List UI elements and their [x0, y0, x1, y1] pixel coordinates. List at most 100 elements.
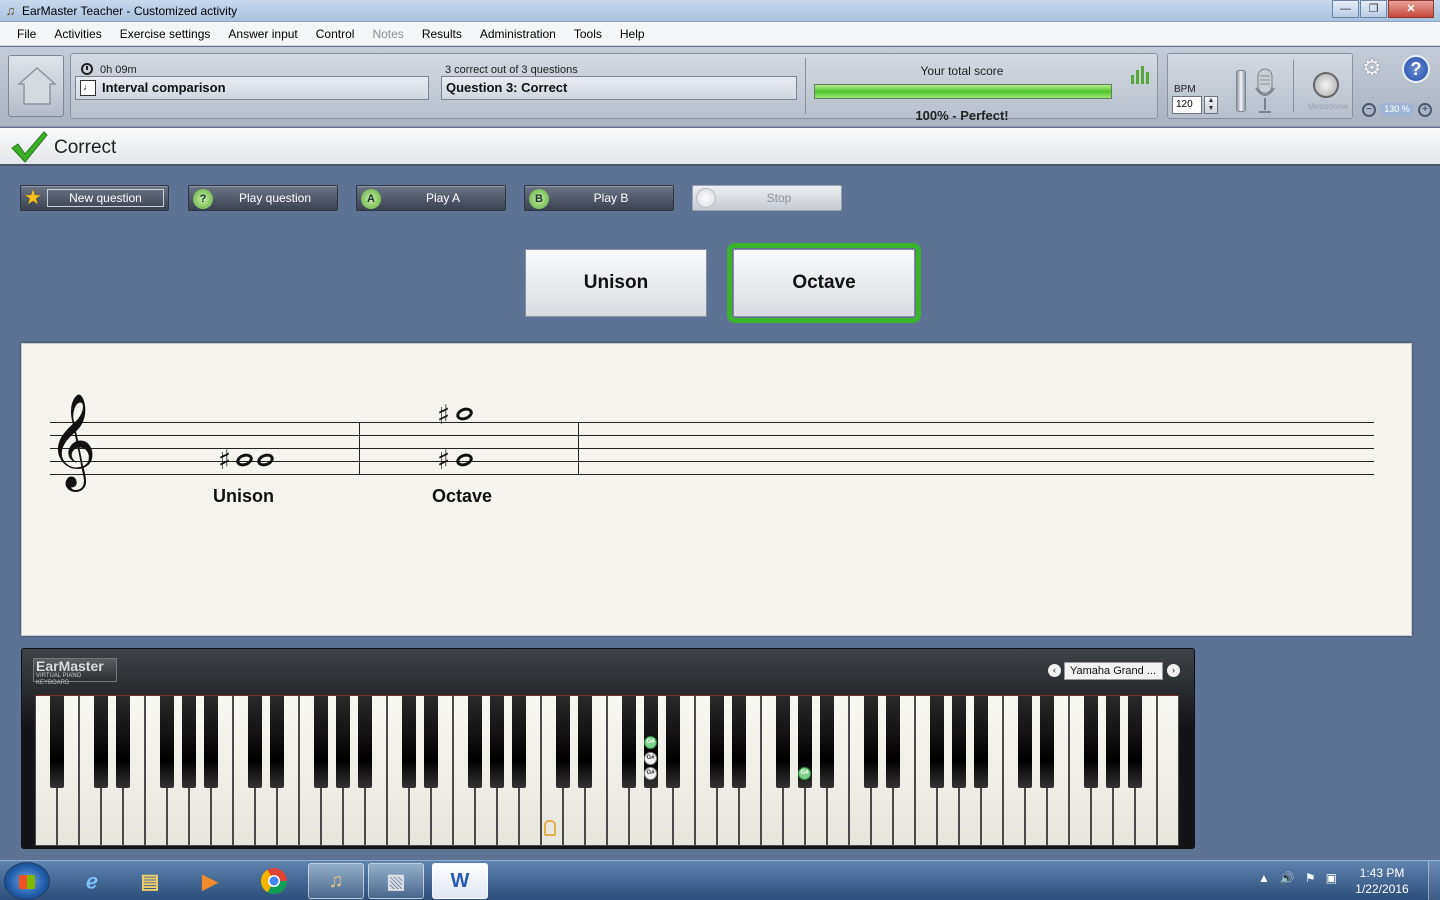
- start-button[interactable]: [4, 862, 50, 900]
- media-player-icon[interactable]: ▶: [182, 863, 238, 899]
- black-key[interactable]: [1018, 696, 1032, 788]
- zoom-in-icon[interactable]: +: [1418, 103, 1432, 117]
- black-key[interactable]: [1106, 696, 1120, 788]
- black-key[interactable]: [336, 696, 350, 788]
- black-key[interactable]: [1128, 696, 1142, 788]
- menu-help[interactable]: Help: [611, 22, 654, 46]
- question-status: Question 3: Correct: [441, 76, 797, 100]
- black-key[interactable]: [94, 696, 108, 788]
- black-key[interactable]: [732, 696, 746, 788]
- menu-control[interactable]: Control: [307, 22, 364, 46]
- word-icon[interactable]: W: [432, 863, 488, 899]
- instrument-select[interactable]: Yamaha Grand ...: [1064, 662, 1163, 680]
- black-key[interactable]: [556, 696, 570, 788]
- show-desktop-button[interactable]: [1428, 861, 1440, 900]
- black-key[interactable]: [776, 696, 790, 788]
- black-key[interactable]: [1084, 696, 1098, 788]
- key-marker: G#: [798, 767, 811, 780]
- menu-answer-input[interactable]: Answer input: [219, 22, 306, 46]
- black-key[interactable]: [974, 696, 988, 788]
- piano-keyboard[interactable]: G# G# G# G#: [35, 695, 1179, 846]
- menu-administration[interactable]: Administration: [471, 22, 565, 46]
- key-marker: G#: [644, 767, 657, 780]
- black-key[interactable]: [1040, 696, 1054, 788]
- internet-explorer-icon[interactable]: ℯ: [64, 863, 120, 899]
- window-controls: — ❐ ✕: [1331, 0, 1434, 18]
- black-key[interactable]: [248, 696, 262, 788]
- black-key[interactable]: [622, 696, 636, 788]
- menu-tools[interactable]: Tools: [565, 22, 611, 46]
- menu-file[interactable]: File: [8, 22, 45, 46]
- black-key[interactable]: [490, 696, 504, 788]
- interval-label-octave: Octave: [432, 486, 493, 506]
- elapsed-time: 0h 09m: [100, 64, 137, 76]
- black-key[interactable]: [50, 696, 64, 788]
- star-icon: ★: [24, 187, 42, 209]
- help-icon[interactable]: ?: [1402, 55, 1430, 83]
- microphone-icon[interactable]: [1254, 68, 1276, 114]
- black-key[interactable]: [952, 696, 966, 788]
- white-key[interactable]: [1157, 696, 1179, 846]
- app-taskbar-icon[interactable]: ▧: [368, 863, 424, 899]
- black-key[interactable]: [160, 696, 174, 788]
- chrome-icon[interactable]: [246, 863, 302, 899]
- black-key[interactable]: [578, 696, 592, 788]
- play-a-button[interactable]: A Play A: [356, 185, 506, 211]
- close-button[interactable]: ✕: [1388, 0, 1434, 18]
- network-icon[interactable]: ▣: [1326, 871, 1337, 885]
- bpm-input[interactable]: 120: [1172, 96, 1202, 114]
- feedback-text: Correct: [54, 137, 117, 158]
- minimize-button[interactable]: —: [1332, 0, 1359, 18]
- earmaster-taskbar-icon[interactable]: ♫: [308, 863, 364, 899]
- black-key[interactable]: [930, 696, 944, 788]
- barline: [578, 422, 579, 475]
- stop-icon: [696, 188, 716, 208]
- black-key[interactable]: [512, 696, 526, 788]
- home-button[interactable]: [8, 55, 64, 117]
- statistics-icon[interactable]: [1131, 64, 1153, 84]
- volume-icon[interactable]: 🔊: [1280, 871, 1295, 885]
- stop-button[interactable]: Stop: [692, 185, 842, 211]
- menu-exercise-settings[interactable]: Exercise settings: [111, 22, 220, 46]
- windows-taskbar: ℯ ▤ ▶ ♫ ▧ W ▲ 🔊 ⚑ ▣ 1:43 PM 1/22/2016: [0, 860, 1440, 900]
- black-key[interactable]: [820, 696, 834, 788]
- clock-date: 1/22/2016: [1355, 882, 1409, 896]
- bpm-stepper[interactable]: ▲ ▼: [1204, 96, 1218, 114]
- black-key[interactable]: [270, 696, 284, 788]
- black-key[interactable]: [468, 696, 482, 788]
- menu-activities[interactable]: Activities: [45, 22, 110, 46]
- zoom-level[interactable]: 130 %: [1380, 103, 1414, 116]
- file-explorer-icon[interactable]: ▤: [122, 863, 178, 899]
- taskbar-clock[interactable]: 1:43 PM 1/22/2016: [1348, 865, 1416, 897]
- answer-octave-button[interactable]: Octave: [727, 243, 921, 323]
- checkmark-icon: [11, 131, 48, 163]
- clock-icon: [81, 63, 93, 75]
- restore-button[interactable]: ❐: [1360, 0, 1387, 18]
- metronome-icon[interactable]: [1313, 72, 1339, 98]
- black-key[interactable]: [182, 696, 196, 788]
- tray-expand-icon[interactable]: ▲: [1258, 871, 1270, 885]
- black-key[interactable]: [666, 696, 680, 788]
- play-question-button[interactable]: ? Play question: [188, 185, 338, 211]
- answer-unison-button[interactable]: Unison: [525, 249, 707, 317]
- black-key[interactable]: [314, 696, 328, 788]
- sound-next-icon[interactable]: ›: [1167, 664, 1180, 677]
- settings-gear-icon[interactable]: ⚙: [1362, 57, 1394, 81]
- black-key[interactable]: [358, 696, 372, 788]
- sound-prev-icon[interactable]: ‹: [1048, 664, 1061, 677]
- exercise-info-panel: 0h 09m ♩ Interval comparison 3 correct o…: [70, 53, 1158, 123]
- menu-results[interactable]: Results: [413, 22, 471, 46]
- play-b-button[interactable]: B Play B: [524, 185, 674, 211]
- volume-slider[interactable]: [1236, 70, 1246, 112]
- black-key[interactable]: [864, 696, 878, 788]
- action-center-flag-icon[interactable]: ⚑: [1305, 871, 1316, 885]
- zoom-out-icon[interactable]: −: [1362, 103, 1376, 117]
- black-key[interactable]: [424, 696, 438, 788]
- black-key[interactable]: [886, 696, 900, 788]
- black-key[interactable]: [116, 696, 130, 788]
- new-question-button[interactable]: ★ New question: [20, 185, 169, 211]
- black-key[interactable]: [204, 696, 218, 788]
- black-key[interactable]: [402, 696, 416, 788]
- black-key[interactable]: [710, 696, 724, 788]
- menu-bar: File Activities Exercise settings Answer…: [0, 22, 1440, 46]
